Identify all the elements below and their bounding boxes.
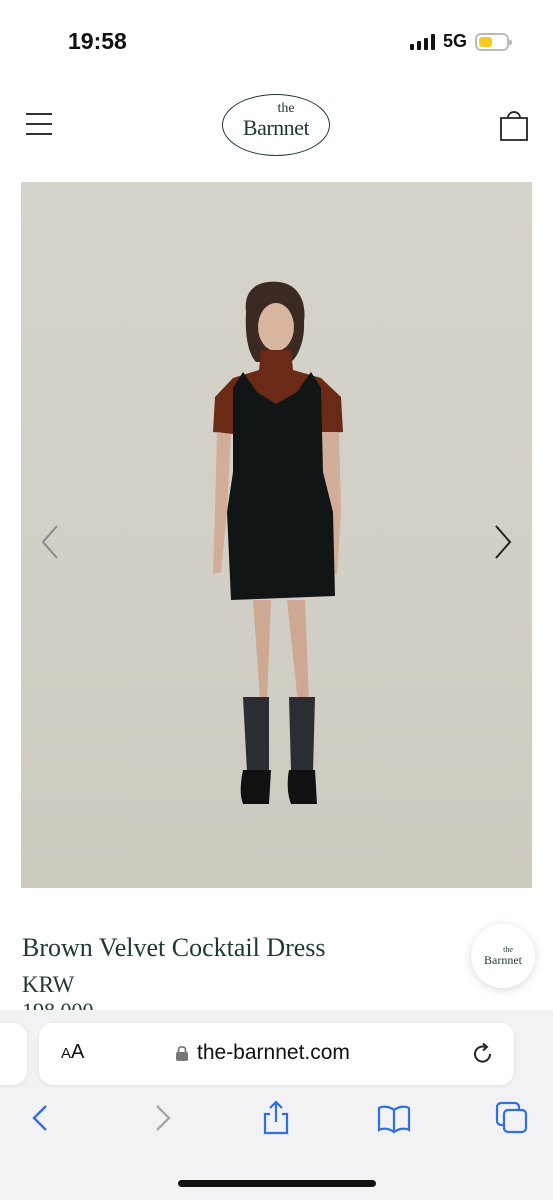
bookmarks-icon[interactable] [376, 1100, 412, 1136]
lock-icon [176, 1045, 188, 1061]
browser-toolbar [0, 1100, 553, 1144]
product-title: Brown Velvet Cocktail Dress [22, 933, 326, 962]
forward-icon[interactable] [143, 1100, 179, 1136]
status-indicators: 5G [409, 31, 512, 52]
home-indicator[interactable] [178, 1180, 376, 1187]
back-icon[interactable] [24, 1100, 60, 1136]
address-bar[interactable]: AA the-barnnet.com [39, 1023, 514, 1085]
signal-icon [409, 33, 435, 50]
reload-icon[interactable] [470, 1041, 496, 1067]
battery-icon [475, 32, 512, 51]
logo-small-text: the [277, 101, 295, 116]
brand-logo[interactable]: the Barnnet [222, 94, 330, 156]
text-size-button[interactable]: AA [61, 1041, 84, 1064]
share-icon[interactable] [258, 1100, 294, 1136]
logo-name-text: Barnnet [242, 115, 310, 140]
hamburger-menu-icon[interactable] [26, 113, 52, 139]
url-text: the-barnnet.com [197, 1041, 350, 1064]
site-header: the Barnnet [0, 80, 553, 180]
status-bar: 19:58 5G [0, 0, 553, 80]
tabs-icon[interactable] [494, 1100, 530, 1136]
model-figure [213, 281, 343, 804]
price-currency: KRW [22, 972, 75, 997]
brand-chat-button[interactable]: the Barnnet [471, 924, 535, 988]
previous-tab-preview[interactable] [0, 1023, 27, 1085]
chevron-right-icon[interactable] [488, 522, 518, 562]
shopping-bag-icon[interactable] [498, 106, 530, 142]
status-time: 19:58 [68, 28, 127, 54]
browser-bottom-bar: AA the-barnnet.com [0, 1010, 553, 1200]
url-field[interactable]: the-barnnet.com [175, 1041, 350, 1065]
badge-name-text: Barnnet [484, 952, 522, 967]
network-label: 5G [442, 31, 467, 51]
chevron-left-icon[interactable] [35, 522, 65, 562]
product-image[interactable] [21, 182, 532, 888]
price-value: 198,000 [22, 1000, 94, 1010]
